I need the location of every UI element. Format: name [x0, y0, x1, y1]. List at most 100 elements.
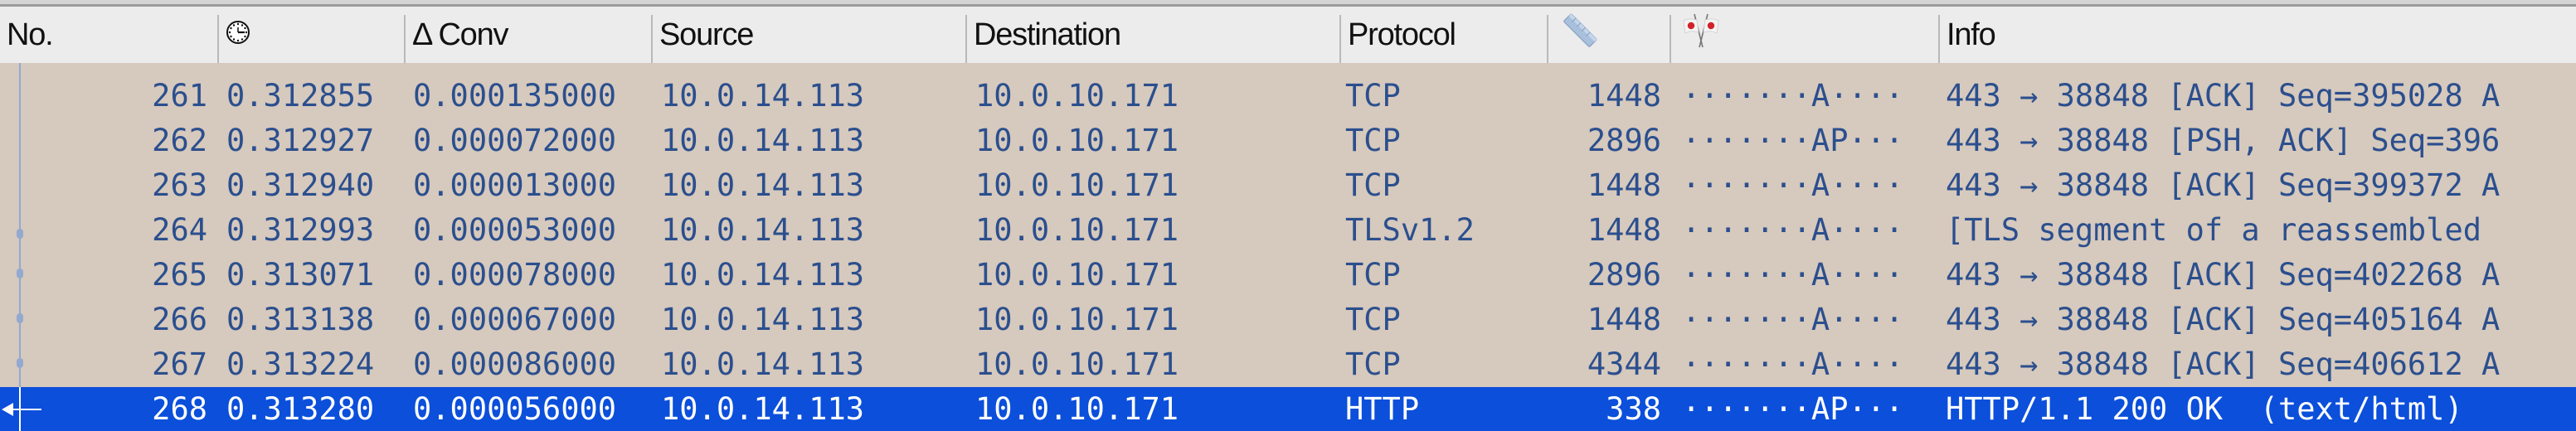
- cell-delta-conv: 0.000135000: [413, 78, 617, 114]
- column-header-destination[interactable]: Destination: [967, 7, 1339, 63]
- cell-protocol: TCP: [1345, 346, 1401, 382]
- cell-flags: ·······A····: [1682, 212, 1904, 248]
- cell-destination: 10.0.10.171: [975, 78, 1179, 114]
- cell-destination: 10.0.10.171: [975, 212, 1179, 248]
- cell-flags: ·······AP···: [1682, 123, 1904, 158]
- packet-list-header: No. Δ Conv Source Destination Protocol I…: [0, 7, 2576, 63]
- column-header-delta-conv[interactable]: Δ Conv: [406, 7, 651, 63]
- cell-destination: 10.0.10.171: [975, 302, 1179, 337]
- cell-no: 263: [152, 167, 207, 203]
- cell-length: 1448: [1587, 78, 1661, 114]
- ruler-icon: [1560, 11, 1600, 59]
- cell-delta-conv: 0.000013000: [413, 167, 617, 203]
- cell-no: 261: [152, 78, 207, 114]
- cell-time: 0.312993: [226, 212, 375, 248]
- cell-info: 443 → 38848 [ACK] Seq=402268 A: [1946, 257, 2501, 293]
- cell-length: 4344: [1587, 346, 1661, 382]
- cell-no: 265: [152, 257, 207, 293]
- cell-delta-conv: 0.000086000: [413, 346, 617, 382]
- column-header-info[interactable]: Info: [1940, 7, 2576, 63]
- cell-source: 10.0.14.113: [661, 391, 865, 427]
- column-header-no-label: No.: [7, 17, 54, 52]
- cell-flags: ·······A····: [1682, 346, 1904, 382]
- cell-protocol: TCP: [1345, 78, 1401, 114]
- cell-info: HTTP/1.1 200 OK (text/html): [1946, 391, 2463, 427]
- cell-delta-conv: 0.000067000: [413, 302, 617, 337]
- column-header-flags[interactable]: [1671, 7, 1938, 63]
- cell-protocol: TCP: [1345, 123, 1401, 158]
- cell-time: 0.312927: [226, 123, 375, 158]
- cell-info: [TLS segment of a reassembled: [1946, 212, 2501, 248]
- column-header-protocol[interactable]: Protocol: [1341, 7, 1547, 63]
- column-header-no[interactable]: No.: [0, 7, 217, 63]
- packet-list[interactable]: 261 0.312855 0.000135000 10.0.14.113 10.0.10…: [0, 63, 2576, 431]
- cell-length: 2896: [1587, 257, 1661, 293]
- column-header-destination-label: Destination: [974, 17, 1121, 52]
- cell-protocol: HTTP: [1345, 391, 1420, 427]
- cell-length: 1448: [1587, 212, 1661, 248]
- cell-source: 10.0.14.113: [661, 123, 865, 158]
- cell-destination: 10.0.10.171: [975, 391, 1179, 427]
- cell-flags: ·······A····: [1682, 257, 1904, 293]
- packet-row[interactable]: 263 0.312940 0.000013000 10.0.14.113 10.0.10…: [0, 163, 2576, 208]
- cell-length: 2896: [1587, 123, 1661, 158]
- cell-time: 0.313138: [226, 302, 375, 337]
- cell-no: 267: [152, 346, 207, 382]
- related-packet-dot: [17, 358, 23, 368]
- cell-time: 0.312855: [226, 78, 375, 114]
- cell-delta-conv: 0.000072000: [413, 123, 617, 158]
- column-header-info-label: Info: [1947, 17, 1996, 52]
- related-packet-dot: [17, 269, 23, 278]
- column-header-length[interactable]: [1548, 7, 1670, 63]
- cell-destination: 10.0.10.171: [975, 123, 1179, 158]
- cell-source: 10.0.14.113: [661, 302, 865, 337]
- cell-protocol: TCP: [1345, 167, 1401, 203]
- cell-destination: 10.0.10.171: [975, 167, 1179, 203]
- related-packet-dot: [17, 313, 23, 323]
- cell-flags: ·······AP···: [1682, 391, 1904, 427]
- cell-source: 10.0.14.113: [661, 257, 865, 293]
- cell-protocol: TCP: [1345, 257, 1401, 293]
- packet-row[interactable]: 262 0.312927 0.000072000 10.0.14.113 10.0.10…: [0, 119, 2576, 163]
- cell-time: 0.313071: [226, 257, 375, 293]
- cell-source: 10.0.14.113: [661, 78, 865, 114]
- packet-row[interactable]: 265 0.313071 0.000078000 10.0.14.113 10.0.10…: [0, 253, 2576, 298]
- cell-source: 10.0.14.113: [661, 212, 865, 248]
- packet-row-selected[interactable]: 268 0.313280 0.000056000 10.0.14.113 10.0.10…: [0, 387, 2576, 431]
- cell-delta-conv: 0.000053000: [413, 212, 617, 248]
- cell-length: 1448: [1587, 302, 1661, 337]
- cell-destination: 10.0.10.171: [975, 257, 1179, 293]
- cell-flags: ·······A····: [1682, 78, 1904, 114]
- cell-length: 338: [1606, 391, 1661, 427]
- cell-info: 443 → 38848 [ACK] Seq=395028 A: [1946, 78, 2501, 114]
- packet-row[interactable]: 261 0.312855 0.000135000 10.0.14.113 10.0.10…: [0, 74, 2576, 119]
- column-header-source-label: Source: [659, 17, 754, 52]
- cell-no: 262: [152, 123, 207, 158]
- cell-protocol: TCP: [1345, 302, 1401, 337]
- cell-destination: 10.0.10.171: [975, 346, 1179, 382]
- crossed-flags-icon: [1681, 11, 1721, 59]
- response-arrow-icon: [2, 403, 41, 416]
- column-header-delta-conv-label: Δ Conv: [412, 17, 509, 52]
- cell-source: 10.0.14.113: [661, 346, 865, 382]
- cell-time: 0.313224: [226, 346, 375, 382]
- cell-length: 1448: [1587, 167, 1661, 203]
- related-packet-dot: [17, 229, 23, 239]
- cell-delta-conv: 0.000056000: [413, 391, 617, 427]
- cell-flags: ·······A····: [1682, 167, 1904, 203]
- cell-protocol: TLSv1.2: [1345, 212, 1475, 248]
- column-header-source[interactable]: Source: [653, 7, 965, 63]
- packet-row[interactable]: 266 0.313138 0.000067000 10.0.14.113 10.0.10…: [0, 298, 2576, 342]
- clock-icon: [226, 17, 250, 53]
- column-header-time[interactable]: [219, 7, 404, 63]
- cell-info: 443 → 38848 [ACK] Seq=399372 A: [1946, 167, 2501, 203]
- cell-no: 266: [152, 302, 207, 337]
- cell-time: 0.313280: [226, 391, 375, 427]
- cell-info: 443 → 38848 [ACK] Seq=406612 A: [1946, 346, 2501, 382]
- cell-time: 0.312940: [226, 167, 375, 203]
- related-packet-line: [19, 63, 21, 431]
- cell-flags: ·······A····: [1682, 302, 1904, 337]
- cell-info: 443 → 38848 [PSH, ACK] Seq=396: [1946, 123, 2501, 158]
- packet-row[interactable]: 267 0.313224 0.000086000 10.0.14.113 10.0.10…: [0, 342, 2576, 387]
- packet-row[interactable]: 264 0.312993 0.000053000 10.0.14.113 10.0.10…: [0, 208, 2576, 253]
